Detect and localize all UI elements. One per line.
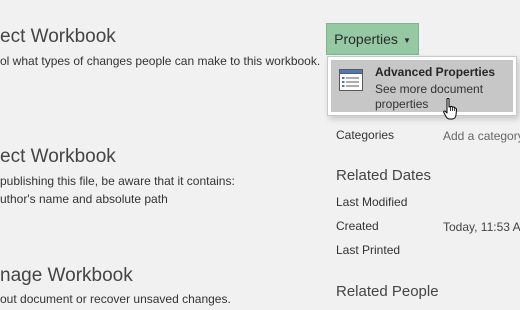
advanced-properties-desc: See more document properties [375, 82, 484, 111]
categories-label: Categories [336, 128, 395, 142]
add-category-field[interactable]: Add a category [443, 129, 520, 143]
last-modified-label: Last Modified [336, 195, 408, 209]
protect-workbook-title: ect Workbook [0, 26, 116, 47]
related-people-title: Related People [336, 283, 439, 300]
inspect-workbook-desc: publishing this file, be aware that it c… [0, 174, 235, 188]
properties-button-label: Properties [334, 31, 398, 47]
manage-workbook-title: nage Workbook [0, 265, 133, 286]
created-value: Today, 11:53 A [443, 220, 520, 234]
properties-dropdown: Advanced Properties See more document pr… [327, 56, 517, 116]
hand-pointer-cursor-icon [443, 98, 457, 120]
created-label: Created [336, 219, 379, 233]
protect-workbook-desc: ol what types of changes people can make… [0, 54, 321, 68]
manage-workbook-desc: out document or recover unsaved changes. [0, 292, 231, 306]
advanced-properties-title: Advanced Properties [375, 65, 496, 79]
properties-button[interactable]: Properties ▼ [326, 23, 419, 55]
inspect-workbook-title: ect Workbook [0, 146, 116, 167]
related-dates-title: Related Dates [336, 167, 432, 184]
chevron-down-icon: ▼ [402, 35, 411, 45]
inspect-workbook-desc-item: uthor's name and absolute path [0, 192, 168, 206]
document-properties-icon [339, 69, 363, 91]
last-printed-label: Last Printed [336, 243, 401, 257]
advanced-properties-menu-item[interactable]: Advanced Properties See more document pr… [331, 60, 513, 112]
